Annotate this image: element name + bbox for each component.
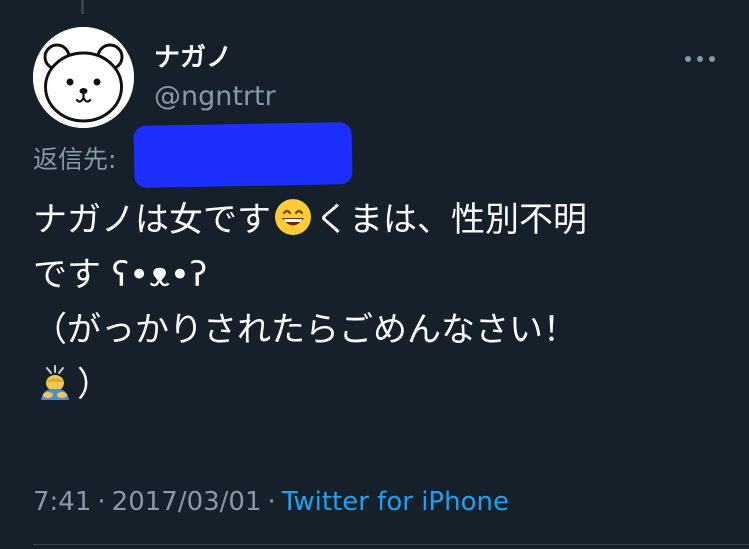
reply-to-label: 返信先: bbox=[33, 145, 117, 174]
tweet-line-3: （がっかりされたらごめんなさい！ bbox=[33, 310, 577, 350]
divider bbox=[33, 544, 749, 545]
redaction-mark bbox=[133, 122, 353, 188]
grinning-face-emoji-icon bbox=[275, 199, 311, 235]
meta-separator: · bbox=[97, 487, 106, 517]
reply-to-row: 返信先: bbox=[33, 140, 116, 180]
tweet-date[interactable]: 2017/03/01 bbox=[112, 487, 262, 517]
tweet-text: ナガノは女です くまは、性別不明 です ʕ•ᴥ•ʔ （がっかりされたらごめんなさ… bbox=[33, 193, 723, 413]
tweet-source-link[interactable]: Twitter for iPhone bbox=[282, 487, 509, 517]
tweet-text-segment: ） bbox=[77, 365, 111, 405]
more-horizontal-icon bbox=[685, 56, 715, 62]
tweet-line-2: です ʕ•ᴥ•ʔ bbox=[33, 255, 208, 295]
meta-separator: · bbox=[267, 487, 276, 517]
tweet-line-4: ） bbox=[33, 358, 723, 413]
tweet-text-segment: くまは、性別不明 bbox=[315, 200, 587, 240]
bear-avatar-icon bbox=[33, 27, 134, 128]
person-bowing-emoji-icon bbox=[41, 365, 69, 400]
avatar[interactable] bbox=[33, 27, 134, 128]
more-options-button[interactable] bbox=[680, 44, 720, 74]
tweet-time[interactable]: 7:41 bbox=[33, 487, 91, 517]
display-name[interactable]: ナガノ bbox=[154, 41, 232, 75]
user-handle[interactable]: @ngntrtr bbox=[154, 80, 276, 114]
tweet-line-1: ナガノは女です くまは、性別不明 bbox=[33, 193, 723, 248]
thread-connector-line bbox=[81, 0, 84, 14]
tweet-text-segment: ナガノは女です bbox=[33, 200, 271, 240]
tweet-meta: 7:41 · 2017/03/01 · Twitter for iPhone bbox=[33, 484, 509, 520]
